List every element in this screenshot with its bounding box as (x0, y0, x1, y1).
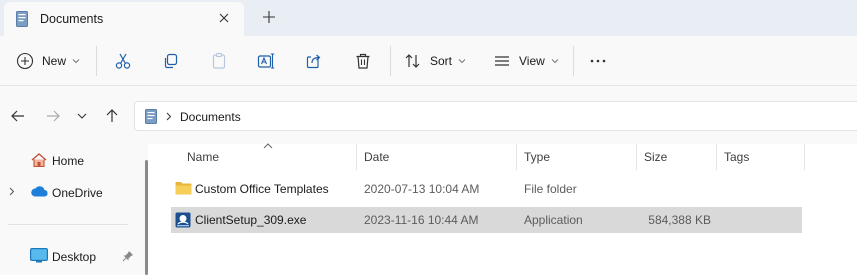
trash-icon (356, 53, 370, 69)
navigation-pane: Home OneDrive Desktop (0, 144, 148, 275)
column-header-size[interactable]: Size (644, 150, 667, 164)
column-header-type[interactable]: Type (524, 150, 550, 164)
delete-button[interactable] (354, 36, 372, 86)
address-bar[interactable]: Documents (134, 101, 857, 131)
recent-locations-chevron-icon[interactable] (76, 110, 88, 122)
file-name: Custom Office Templates (195, 182, 329, 196)
clipboard-icon (212, 52, 226, 69)
document-icon (145, 109, 157, 124)
tab-title: Documents (40, 12, 104, 26)
file-date: 2020-07-13 10:04 AM (364, 182, 480, 196)
chevron-right-icon[interactable] (9, 187, 15, 196)
nav-item-label: Desktop (52, 250, 97, 264)
rename-icon (257, 53, 275, 69)
more-icon (590, 59, 606, 63)
file-type: File folder (524, 182, 577, 196)
column-separator[interactable] (804, 144, 805, 170)
nav-item-home[interactable]: Home (0, 147, 148, 173)
sort-button[interactable]: Sort (404, 36, 466, 86)
toolbar-separator (96, 46, 97, 76)
forward-arrow-icon[interactable] (45, 108, 61, 124)
share-button[interactable] (305, 36, 323, 86)
column-separator[interactable] (716, 144, 717, 170)
cloud-icon (31, 186, 48, 197)
plus-circle-icon (16, 52, 34, 70)
toolbar-separator (390, 46, 391, 76)
column-header-tags[interactable]: Tags (724, 150, 749, 164)
sort-ascending-icon (263, 143, 273, 149)
column-separator[interactable] (636, 144, 637, 170)
nav-item-label: Home (52, 154, 85, 168)
view-button[interactable]: View (493, 36, 559, 86)
view-label: View (519, 54, 545, 68)
chevron-right-icon[interactable] (166, 112, 172, 121)
tab-strip: Documents (0, 0, 857, 36)
cut-button[interactable] (114, 36, 132, 86)
paste-button[interactable] (210, 36, 228, 86)
sort-icon (405, 54, 420, 68)
nav-item-onedrive[interactable]: OneDrive (0, 179, 148, 205)
toolbar-separator (573, 46, 574, 76)
column-separator[interactable] (356, 144, 357, 170)
share-icon (306, 54, 321, 69)
file-list: Name Date Type Size Tags Custom Office T… (148, 143, 857, 275)
nav-item-label: OneDrive (52, 186, 103, 200)
column-separator[interactable] (516, 144, 517, 170)
view-list-icon (495, 56, 509, 66)
column-header-date[interactable]: Date (364, 150, 389, 164)
nav-item-desktop[interactable]: Desktop (0, 243, 148, 269)
address-row: Documents (0, 86, 857, 144)
copy-button[interactable] (162, 36, 180, 86)
rename-button[interactable] (257, 36, 275, 86)
chevron-down-icon (551, 59, 559, 64)
document-icon (16, 11, 28, 27)
new-label: New (42, 54, 67, 68)
file-name: ClientSetup_309.exe (195, 213, 307, 227)
folder-icon (175, 182, 192, 195)
file-size: 584,388 KB (648, 213, 711, 227)
copy-icon (164, 53, 178, 69)
file-date: 2023-11-16 10:44 AM (364, 213, 479, 227)
scissors-icon (115, 53, 131, 69)
chevron-down-icon (458, 59, 466, 64)
table-row-selected[interactable]: ClientSetup_309.exe 2023-11-16 10:44 AM … (171, 207, 802, 233)
plus-icon[interactable] (262, 10, 276, 24)
desktop-icon (30, 248, 48, 263)
table-row[interactable]: Custom Office Templates 2020-07-13 10:04… (171, 176, 802, 202)
breadcrumb-documents[interactable]: Documents (180, 110, 241, 124)
close-icon[interactable] (216, 10, 232, 26)
pin-icon[interactable] (122, 250, 134, 262)
back-arrow-icon[interactable] (10, 108, 26, 124)
chevron-down-icon (72, 59, 80, 64)
column-header-name[interactable]: Name (187, 150, 219, 164)
new-button[interactable]: New (16, 36, 80, 86)
file-type: Application (524, 213, 583, 227)
nav-divider (8, 224, 128, 225)
home-icon (31, 153, 47, 168)
installer-app-icon (175, 212, 191, 228)
more-options-button[interactable] (589, 36, 607, 86)
up-arrow-icon[interactable] (104, 108, 120, 124)
tab-documents[interactable]: Documents (4, 2, 244, 36)
command-bar: New Sort View (0, 36, 857, 86)
sort-label: Sort (430, 54, 453, 68)
